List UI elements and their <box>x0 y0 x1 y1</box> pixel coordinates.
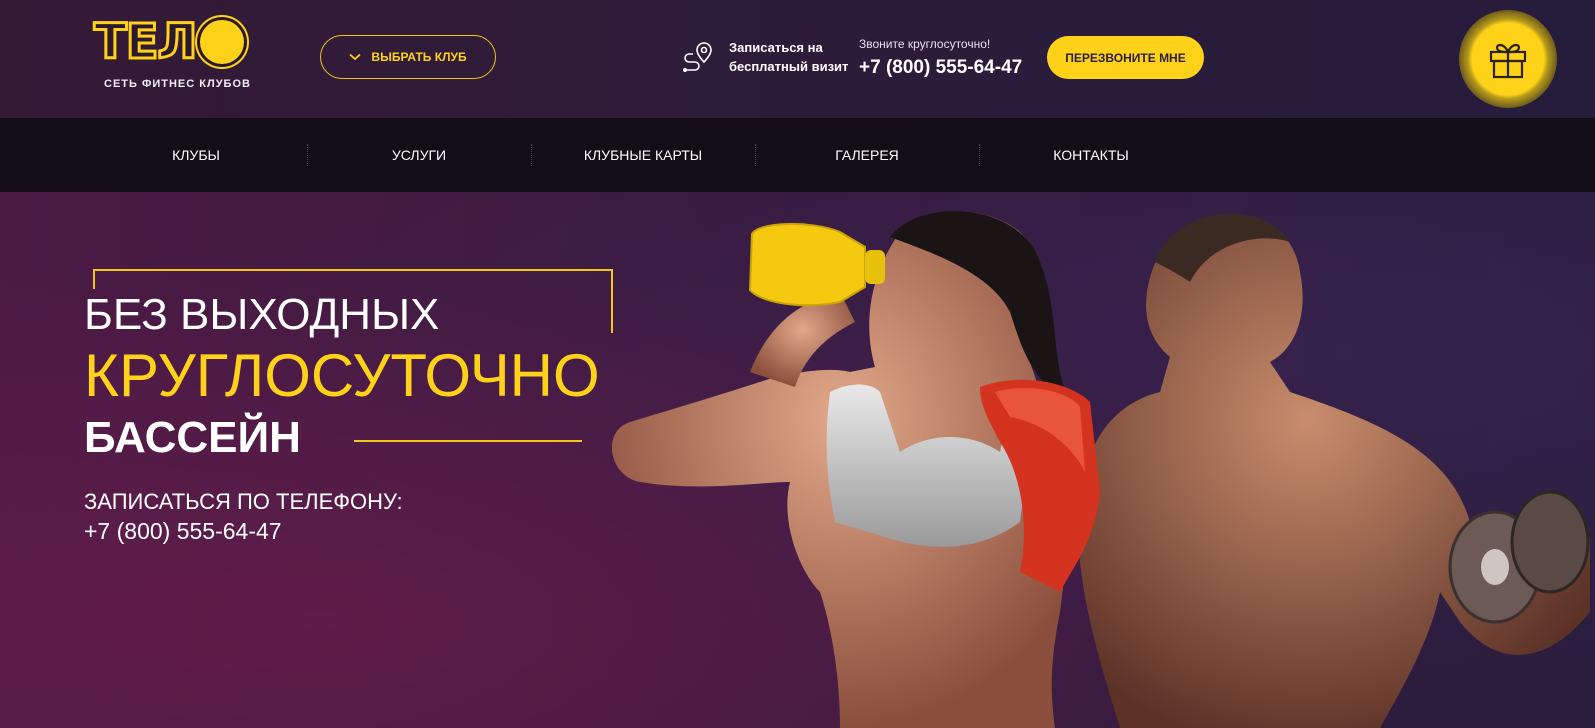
nav-divider <box>307 144 308 166</box>
hero-frame-left-line <box>93 269 95 289</box>
hero-headline-1: БЕЗ ВЫХОДНЫХ <box>84 290 440 339</box>
nav-item-contacts[interactable]: КОНТАКТЫ <box>991 118 1191 192</box>
logo-letter: Л <box>156 14 199 70</box>
main-nav: КЛУБЫ УСЛУГИ КЛУБНЫЕ КАРТЫ ГАЛЕРЕЯ КОНТА… <box>0 118 1595 192</box>
hero-headline-2: КРУГЛОСУТОЧНО <box>84 342 600 409</box>
logo-subtitle: СЕТЬ ФИТНЕС КЛУБОВ <box>104 78 251 90</box>
nav-divider <box>755 144 756 166</box>
logo-circle-letter <box>200 20 245 64</box>
logo-letter: Т <box>93 14 129 70</box>
gift-icon <box>1489 43 1527 79</box>
site-header: Т Е Л СЕТЬ ФИТНЕС КЛУБОВ ВЫБРАТЬ КЛУБ За… <box>0 0 1595 118</box>
hero-cta-label: ЗАПИСАТЬСЯ ПО ТЕЛЕФОНУ: <box>84 489 403 514</box>
logo-wordmark: Т Е Л <box>93 14 245 70</box>
map-route-icon <box>683 42 712 72</box>
header-phone-number[interactable]: +7 (800) 555-64-47 <box>859 57 1022 79</box>
hero-headline-3: БАССЕЙН <box>84 413 301 462</box>
phone-caption: Звоните круглосуточно! <box>859 37 991 51</box>
free-visit-link[interactable]: Записаться на бесплатный визит <box>681 38 854 76</box>
free-visit-text: Записаться на бесплатный визит <box>729 40 849 74</box>
hero-frame-right-line <box>611 269 613 333</box>
hero-underline <box>354 440 582 442</box>
hero-cta-phone[interactable]: +7 (800) 555-64-47 <box>84 518 282 545</box>
nav-divider <box>979 144 980 166</box>
nav-divider <box>531 144 532 166</box>
callback-button[interactable]: ПЕРЕЗВОНИТЕ МНЕ <box>1047 36 1204 79</box>
hero-athletes-photo <box>611 211 1590 728</box>
nav-item-clubs[interactable]: КЛУБЫ <box>96 118 296 192</box>
choose-club-label: ВЫБРАТЬ КЛУБ <box>371 50 467 64</box>
hero-frame-top-line <box>93 269 613 271</box>
nav-item-gallery[interactable]: ГАЛЕРЕЯ <box>767 118 967 192</box>
nav-item-club-cards[interactable]: КЛУБНЫЕ КАРТЫ <box>543 118 743 192</box>
header-phone-block: Звоните круглосуточно! +7 (800) 555-64-4… <box>859 37 1022 79</box>
logo-letter: Е <box>124 14 160 70</box>
nav-item-services[interactable]: УСЛУГИ <box>319 118 519 192</box>
choose-club-button[interactable]: ВЫБРАТЬ КЛУБ <box>320 35 496 79</box>
logo[interactable]: Т Е Л СЕТЬ ФИТНЕС КЛУБОВ <box>93 14 256 92</box>
chevron-down-icon <box>349 53 362 61</box>
gift-button[interactable] <box>1459 10 1557 108</box>
hero-banner: БЕЗ ВЫХОДНЫХ КРУГЛОСУТОЧНО БАССЕЙН ЗАПИС… <box>0 192 1595 728</box>
